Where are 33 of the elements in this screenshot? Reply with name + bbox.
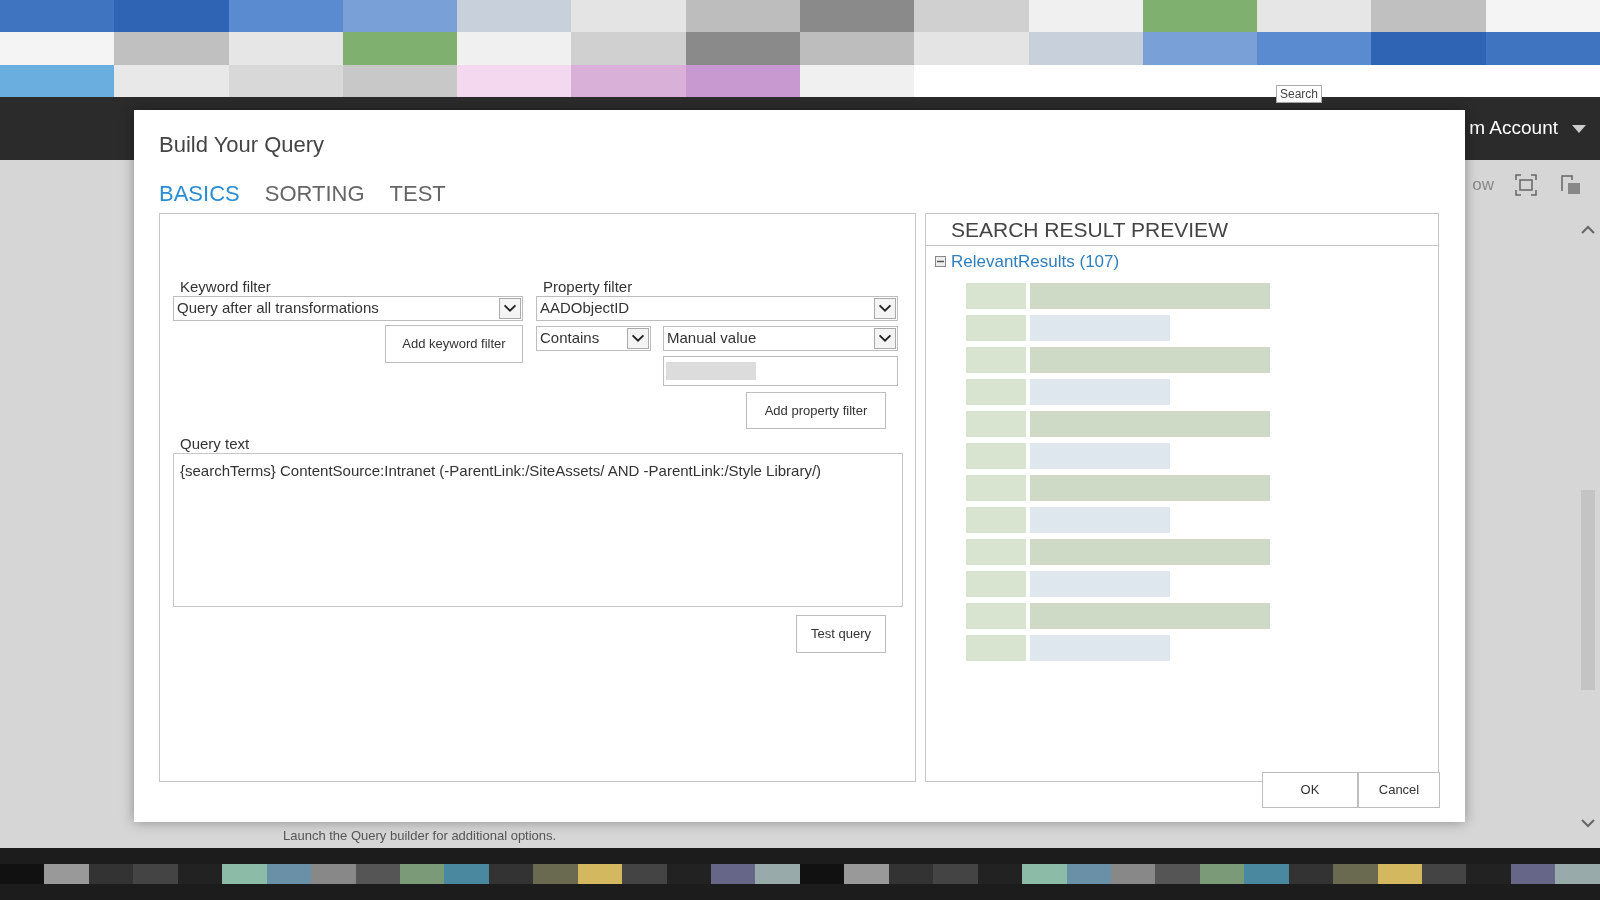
chevron-down-icon (874, 328, 896, 349)
preview-title: SEARCH RESULT PREVIEW (926, 214, 1438, 246)
chevron-down-icon (627, 328, 649, 349)
tab[interactable]: BASICS (159, 177, 240, 211)
add-property-filter-button[interactable]: Add property filter (746, 392, 886, 429)
keyword-filter-label: Keyword filter (179, 277, 272, 296)
dropdown[interactable]: Contains (536, 326, 651, 351)
test-query-button[interactable]: Test query (796, 615, 886, 653)
caret-icon[interactable] (1572, 124, 1586, 133)
copy-icon[interactable] (1558, 173, 1582, 197)
scroll-up-icon[interactable] (1580, 224, 1596, 234)
footer-hint: Launch the Query builder for additional options. (283, 828, 557, 844)
dialog-button[interactable]: OK (1262, 772, 1358, 808)
tab[interactable]: TEST (389, 177, 446, 211)
account-menu[interactable]: m Account (1469, 114, 1558, 143)
property-filter-label: Property filter (542, 277, 634, 296)
result-group-link[interactable]: RelevantResults (107) (951, 249, 1120, 275)
tab[interactable]: SORTING (264, 177, 365, 211)
collapse-icon[interactable] (935, 256, 946, 268)
dropdown[interactable]: AADObjectID (536, 296, 898, 321)
dialog-title: Build Your Query (159, 131, 326, 159)
dialog-button[interactable]: Cancel (1358, 772, 1440, 808)
add-keyword-filter-button[interactable]: Add keyword filter (385, 325, 523, 363)
query-text-area[interactable]: {searchTerms} ContentSource:Intranet (-ParentLink:/SiteAssets/ AND -ParentLink:/Style Library/) (173, 453, 903, 607)
search-tooltip: Search (1276, 85, 1323, 103)
value-field[interactable] (663, 356, 898, 386)
dropdown[interactable]: Manual value (663, 326, 898, 351)
dropdown[interactable]: Query after all transformations (173, 296, 523, 321)
focus-icon[interactable] (1514, 173, 1538, 197)
chevron-down-icon (874, 298, 896, 319)
scroll-down-icon[interactable] (1580, 818, 1596, 828)
query-text-label: Query text (179, 434, 251, 453)
chevron-down-icon (499, 298, 521, 319)
